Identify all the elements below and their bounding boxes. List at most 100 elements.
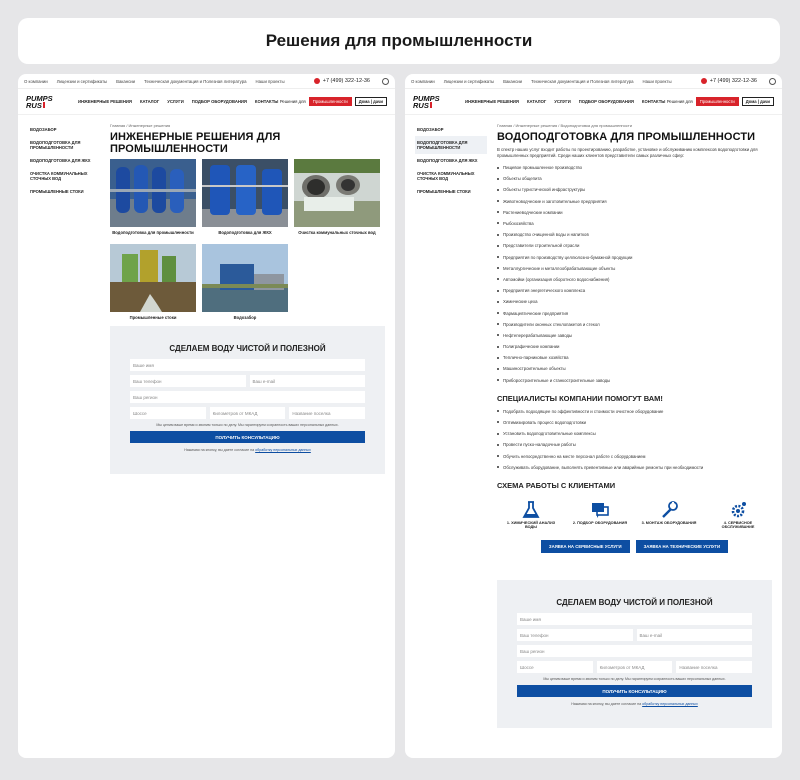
sidebar-item-wastewater[interactable]: Очистка коммунальных сточных вод — [415, 167, 487, 185]
section-heading: Инженерные решения для промышленности — [110, 131, 281, 155]
topbar-link-docs[interactable]: Техническая документация и Полезная лите… — [531, 79, 633, 84]
list-item: Провести пуско-наладочные работы — [497, 439, 772, 450]
road-input[interactable]: Шоссе — [130, 407, 206, 419]
main-nav: Инженерные решения Каталог Услуги Подбор… — [465, 99, 665, 104]
sidebar-item-intake[interactable]: Водозабор — [28, 123, 100, 136]
logo-bar — [429, 101, 432, 108]
topbar-link-licenses[interactable]: Лицензии и сертификаты — [444, 79, 494, 84]
get-consultation-button[interactable]: Получить консультацию — [517, 685, 752, 697]
segment-home-button[interactable]: Дома | дачи — [354, 97, 387, 106]
segment-industry-button[interactable]: Промышленности — [695, 97, 739, 106]
tech-request-button[interactable]: Заявка на технические услуги — [635, 539, 729, 553]
card-intake[interactable]: Водозабор — [202, 244, 288, 325]
list-item: Объекты общепита — [497, 173, 772, 184]
topbar-link-projects[interactable]: Наши проекты — [256, 79, 285, 84]
name-input[interactable]: Ваше имя — [517, 613, 752, 625]
sidebar-item-housing[interactable]: Водоподготовка для ЖКХ — [28, 154, 100, 167]
logo-text-bottom: RUS — [413, 100, 429, 110]
nav-services[interactable]: Услуги — [167, 99, 183, 104]
list-item: Предприятия энергетического комплекса — [497, 285, 772, 296]
specialists-heading: Специалисты компании помогут вам! — [497, 393, 663, 403]
gear-icon — [731, 501, 746, 518]
nav-solutions[interactable]: Инженерные решения — [465, 99, 519, 104]
sidebar-item-industrial-drains[interactable]: Промышленные стоки — [28, 185, 100, 198]
sidebar-item-housing[interactable]: Водоподготовка для ЖКХ — [415, 154, 487, 167]
topbar-link-about[interactable]: О компании — [411, 79, 435, 84]
step-label: 3. Монтаж оборудования — [641, 520, 697, 525]
left-screenshot: О компании Лицензии и сертификаты Ваканс… — [18, 74, 395, 758]
step-label: 2. Подбор оборудования — [572, 520, 628, 525]
card-housing[interactable]: Водоподготовка для ЖКХ — [202, 159, 288, 240]
km-input[interactable]: Километров от МКАД — [209, 407, 286, 419]
list-item: Производство очищенной воды и напитков — [497, 229, 772, 240]
agreement-link[interactable]: обработку персональных данных — [642, 702, 698, 706]
nav-contacts[interactable]: Контакты — [642, 99, 665, 104]
road-input[interactable]: Шоссе — [517, 661, 593, 673]
search-icon[interactable] — [382, 77, 389, 85]
phone-input[interactable]: Ваш телефон — [517, 629, 633, 641]
list-item: Фармацевтические предприятия — [497, 307, 772, 318]
clients-list: Пищевое промышленное производство Объект… — [497, 162, 772, 386]
segment-industry-button[interactable]: Промышленности — [308, 97, 352, 106]
segment-home-button[interactable]: Дома | дачи — [741, 97, 774, 106]
phone-link[interactable]: +7 (499) 322-12-36 — [700, 78, 757, 84]
village-input[interactable]: Название поселка — [289, 407, 366, 419]
email-input[interactable]: Ваш e-mail — [249, 375, 365, 387]
region-input[interactable]: Ваш регион — [517, 645, 752, 657]
topbar-link-projects[interactable]: Наши проекты — [643, 79, 672, 84]
sidebar-item-intake[interactable]: Водозабор — [415, 123, 487, 136]
card-wastewater[interactable]: Очистка коммунальных сточных вод — [294, 159, 380, 240]
consultation-form: Сделаем воду чистой и полезной Ваше имя … — [110, 326, 385, 474]
card-image — [202, 159, 288, 227]
nav-catalog[interactable]: Каталог — [527, 99, 546, 104]
breadcrumb: Главная / Инженерные решения — [110, 123, 171, 128]
nav-selection[interactable]: Подбор оборудования — [579, 99, 634, 104]
list-item: Оптимизировать процесс водоподготовки — [497, 417, 772, 428]
card-industrial-drains[interactable]: Промышленные стоки — [110, 244, 196, 325]
sidebar-item-industry[interactable]: Водоподготовка для промышленности — [28, 136, 100, 154]
work-scheme: 1. Химический анализ воды 2. Подбор обор… — [497, 493, 772, 530]
km-input[interactable]: Километров от МКАД — [596, 661, 673, 673]
list-item: Химические цеха — [497, 296, 772, 307]
topbar-link-jobs[interactable]: Вакансии — [503, 79, 522, 84]
topbar-link-docs[interactable]: Техническая документация и Полезная лите… — [144, 79, 246, 84]
specialists-list: Подобрать подходящее по эффективности и … — [497, 406, 772, 473]
village-input[interactable]: Название поселка — [676, 661, 753, 673]
card-industry[interactable]: Водоподготовка для промышленности — [110, 159, 196, 240]
step-label: 4. Сервисное обслуживание — [721, 520, 755, 530]
email-input[interactable]: Ваш e-mail — [636, 629, 752, 641]
topbar-link-about[interactable]: О компании — [24, 79, 48, 84]
nav-solutions[interactable]: Инженерные решения — [78, 99, 132, 104]
segment-switch: Решения для Промышленности Дома | дачи — [280, 97, 387, 106]
region-input[interactable]: Ваш регион — [130, 391, 365, 403]
search-icon[interactable] — [769, 77, 776, 85]
service-request-button[interactable]: Заявка на сервисные услуги — [540, 539, 630, 553]
list-item: Машиностроительные объекты — [497, 363, 772, 374]
section-heading: Водоподготовка для промышленности — [497, 131, 756, 143]
nav-selection[interactable]: Подбор оборудования — [192, 99, 247, 104]
chat-icon — [592, 502, 609, 518]
sidebar-item-industrial-drains[interactable]: Промышленные стоки — [415, 185, 487, 198]
get-consultation-button[interactable]: Получить консультацию — [130, 431, 365, 443]
logo[interactable]: PUMPS RUS — [413, 94, 453, 110]
topbar: О компании Лицензии и сертификаты Ваканс… — [405, 74, 782, 89]
sidebar-item-industry[interactable]: Водоподготовка для промышленности — [415, 136, 487, 154]
topbar-link-licenses[interactable]: Лицензии и сертификаты — [57, 79, 107, 84]
solutions-grid: Водоподготовка для промышленности Водопо… — [110, 159, 385, 325]
phone-link[interactable]: +7 (499) 322-12-36 — [313, 78, 370, 84]
name-input[interactable]: Ваше имя — [130, 359, 365, 371]
nav-catalog[interactable]: Каталог — [140, 99, 159, 104]
nav-contacts[interactable]: Контакты — [255, 99, 278, 104]
step-analysis: 1. Химический анализ воды — [501, 499, 561, 530]
sidebar-item-wastewater[interactable]: Очистка коммунальных сточных вод — [28, 167, 100, 185]
flask-icon — [522, 500, 540, 518]
topbar-link-jobs[interactable]: Вакансии — [116, 79, 135, 84]
list-item: Металлургические и металлообрабатывающие… — [497, 263, 772, 274]
list-item: Объекты туристической инфраструктуры — [497, 184, 772, 195]
card-caption: Очистка коммунальных сточных вод — [298, 230, 376, 235]
agreement-link[interactable]: обработку персональных данных — [255, 448, 311, 452]
logo[interactable]: PUMPS RUS — [26, 94, 66, 109]
phone-input[interactable]: Ваш телефон — [130, 375, 246, 387]
right-screenshot: О компании Лицензии и сертификаты Ваканс… — [405, 74, 782, 758]
nav-services[interactable]: Услуги — [554, 99, 570, 104]
